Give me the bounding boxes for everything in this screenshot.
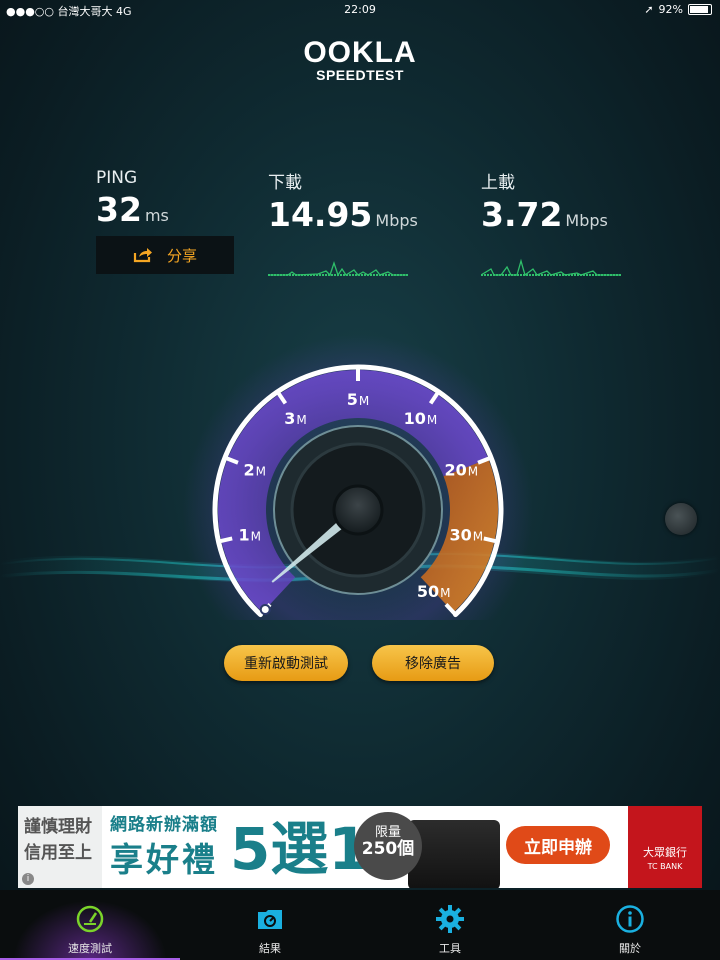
tab-speed-test[interactable]: 速度測試 (0, 890, 180, 960)
battery-percent: 92% (658, 3, 683, 16)
restart-test-button[interactable]: 重新啟動測試 (224, 645, 348, 681)
ping-unit: ms (144, 206, 169, 225)
tab-results[interactable]: 結果 (180, 890, 360, 960)
download-label: 下載 (268, 173, 302, 193)
tab-about[interactable]: 關於 (540, 890, 720, 960)
ad-info-icon[interactable]: i (22, 873, 34, 885)
gauge-zero-marker (259, 603, 271, 615)
battery-icon (688, 4, 712, 15)
ping-value: 32 (96, 190, 142, 229)
info-icon (616, 905, 644, 933)
ad-line2: 享好禮 (110, 840, 218, 879)
upload-sparkline (481, 258, 621, 277)
upload-value: 3.72 (481, 195, 563, 234)
app-logo: OOKLA SPEEDTEST (0, 36, 720, 83)
ad-banner[interactable]: 謹慎理財信用至上 網路新辦滿額 享好禮 5選1 限量 250個 立即申辦 大眾銀… (18, 806, 702, 888)
brand-name: OOKLA (303, 36, 417, 69)
download-unit: Mbps (375, 211, 418, 230)
remove-ads-button[interactable]: 移除廣告 (372, 645, 494, 681)
tab-label: 工具 (439, 942, 461, 955)
battery-fill (690, 6, 709, 13)
ping-label: PING (96, 168, 138, 188)
download-value: 14.95 (268, 195, 373, 234)
status-bar: ●●●○○ 台灣大哥大 4G 22:09 ➚ 92% (0, 0, 720, 20)
ping-result: PING 32 ms (96, 168, 169, 229)
ad-headline: 網路新辦滿額 享好禮 (110, 810, 218, 881)
ad-big-text: 5選1 (230, 815, 369, 883)
tab-label: 結果 (259, 942, 281, 955)
speedometer-icon (76, 905, 104, 933)
results-icon (258, 910, 282, 929)
upload-unit: Mbps (565, 211, 608, 230)
bank-name: 大眾銀行 (643, 846, 687, 859)
tab-label: 關於 (619, 942, 641, 955)
ad-limit-qty: 250個 (361, 839, 415, 859)
share-icon (133, 248, 152, 263)
status-right: ➚ 92% (644, 3, 712, 16)
upload-label: 上載 (481, 173, 515, 193)
upload-result: 上載 3.72 Mbps (481, 168, 608, 234)
download-sparkline (268, 260, 408, 277)
ad-line1: 網路新辦滿額 (110, 815, 218, 835)
speed-gauge: 1M2M3M5M10M20M30M50M (0, 335, 720, 620)
product-name: SPEEDTEST (316, 67, 404, 83)
share-button[interactable]: 分享 (96, 236, 234, 274)
tab-label: 速度測試 (68, 942, 112, 955)
share-label: 分享 (166, 246, 197, 265)
clock: 22:09 (344, 3, 376, 16)
ad-apply-button[interactable]: 立即申辦 (506, 826, 610, 864)
ad-bank-logo: 大眾銀行 TC BANK (628, 806, 702, 888)
download-result: 下載 14.95 Mbps (268, 168, 418, 234)
gauge-hub (332, 484, 384, 536)
ad-limit-badge: 限量 250個 (354, 812, 422, 880)
tab-tools[interactable]: 工具 (360, 890, 540, 960)
tab-bar: 速度測試 結果 工具 關於 (0, 890, 720, 960)
location-icon: ➚ (644, 3, 654, 16)
side-drag-handle[interactable] (665, 503, 697, 535)
gear-icon (436, 905, 464, 933)
bank-name-en: TC BANK (647, 862, 683, 871)
